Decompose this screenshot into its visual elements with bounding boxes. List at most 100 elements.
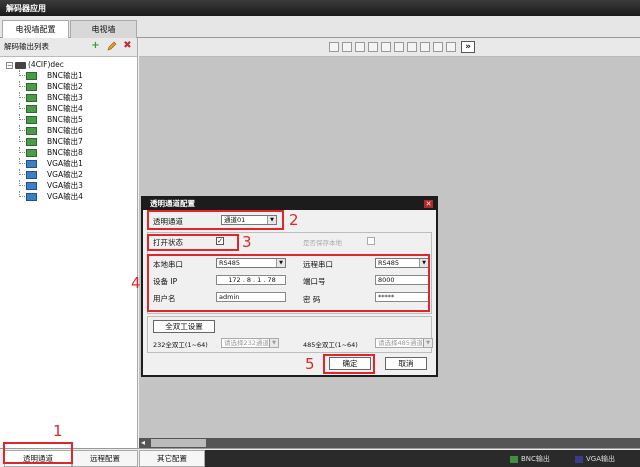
layout-grid-icon[interactable] [394, 42, 404, 52]
duplex232-label: 232全双工(1~64) [153, 341, 208, 349]
app-title: 解码器应用 [0, 0, 640, 16]
tab-tv-wall-config[interactable]: 电视墙配置 [2, 20, 69, 38]
tree-item-label: BNC输出7 [47, 137, 83, 146]
layout-grid-icon[interactable] [446, 42, 456, 52]
scroll-left-icon[interactable]: ◂ [141, 438, 145, 447]
bnc-output-icon [26, 149, 37, 157]
add-icon[interactable]: + [90, 40, 101, 51]
bnc-output-icon [26, 83, 37, 91]
tree-item-label: BNC输出1 [47, 71, 83, 80]
layout-grid-icon[interactable] [342, 42, 352, 52]
layout-grid-icon[interactable] [420, 42, 430, 52]
bnc-output-icon [26, 94, 37, 102]
annotation-number-3: 3 [242, 233, 252, 251]
delete-icon[interactable]: ✖ [122, 40, 133, 51]
vga-output-icon [26, 182, 37, 190]
scrollbar-thumb[interactable] [151, 439, 206, 447]
tree-item-bnc-output[interactable]: BNC输出5 [2, 114, 135, 125]
bnc-output-icon [26, 72, 37, 80]
duplex485-value: 请选择485通道 [378, 339, 423, 347]
tab-tv-wall[interactable]: 电视墙 [70, 20, 137, 38]
tree-item-vga-output[interactable]: VGA输出3 [2, 180, 135, 191]
chevron-down-icon: ▼ [269, 339, 278, 347]
vga-swatch [575, 455, 583, 463]
panel-header: 解码输出列表 + ✖ [0, 38, 137, 57]
panel-title: 解码输出列表 [4, 42, 49, 51]
duplex-settings-button[interactable]: 全双工设置 [153, 320, 215, 333]
duplex485-select[interactable]: 请选择485通道 ▼ [375, 338, 433, 348]
annotation-number-4: 4 [131, 274, 141, 292]
bnc-output-icon [26, 116, 37, 124]
status-bar: BNC输出 VGA输出 [205, 450, 640, 467]
layout-grid-icon[interactable] [407, 42, 417, 52]
close-icon[interactable]: ✕ [424, 200, 433, 208]
tree-root-label: (4CIF)dec [28, 60, 64, 69]
layout-grid-icon[interactable] [433, 42, 443, 52]
legend-bnc-label: BNC输出 [521, 455, 550, 463]
layout-grid-icon[interactable] [368, 42, 378, 52]
tree-item-bnc-output[interactable]: BNC输出8 [2, 147, 135, 158]
tab-remote-config[interactable]: 远程配置 [72, 450, 138, 467]
tree-item-vga-output[interactable]: VGA输出4 [2, 191, 135, 202]
annotation-number-2: 2 [289, 211, 299, 229]
layout-grid-icon[interactable] [355, 42, 365, 52]
tree-item-label: VGA输出4 [47, 192, 83, 201]
legend-vga-label: VGA输出 [586, 455, 616, 463]
layout-grid-icon[interactable] [329, 42, 339, 52]
tree-item-label: BNC输出2 [47, 82, 83, 91]
tree-item-label: VGA输出2 [47, 170, 83, 179]
tree-item-label: BNC输出8 [47, 148, 83, 157]
duplex232-value: 请选择232通道 [224, 339, 269, 347]
annotation-number-5: 5 [305, 355, 315, 373]
tree-item-label: VGA输出1 [47, 159, 83, 168]
duplex485-label: 485全双工(1~64) [303, 341, 358, 349]
layout-grid-icon[interactable] [381, 42, 391, 52]
tree-item-bnc-output[interactable]: BNC输出6 [2, 125, 135, 136]
decoder-device-icon [15, 61, 26, 69]
bnc-output-icon [26, 127, 37, 135]
legend-bnc: BNC输出 [510, 454, 550, 464]
top-tab-bar: 电视墙配置 电视墙 [0, 16, 640, 38]
bottom-tab-bar: 透明通道 远程配置 其它配置 BNC输出 VGA输出 [0, 448, 640, 467]
tree-item-label: BNC输出5 [47, 115, 83, 124]
annotation-box-open-state [147, 234, 239, 251]
more-layouts-button[interactable]: » [461, 41, 475, 53]
dialog-title: 透明通道配置 [150, 199, 195, 208]
cancel-button[interactable]: 取消 [385, 357, 427, 370]
annotation-box-ok [323, 354, 375, 374]
duplex232-select[interactable]: 请选择232通道 ▼ [221, 338, 279, 348]
vga-output-icon [26, 193, 37, 201]
tree-item-bnc-output[interactable]: BNC输出4 [2, 103, 135, 114]
annotation-box-connection [147, 254, 430, 312]
save-local-checkbox[interactable] [367, 237, 375, 245]
vga-output-icon [26, 160, 37, 168]
tree-item-label: BNC输出3 [47, 93, 83, 102]
bnc-swatch [510, 455, 518, 463]
legend-vga: VGA输出 [575, 454, 615, 464]
bnc-output-icon [26, 105, 37, 113]
tree-item-vga-output[interactable]: VGA输出2 [2, 169, 135, 180]
tree-item-bnc-output[interactable]: BNC输出3 [2, 92, 135, 103]
tree-item-bnc-output[interactable]: BNC输出1 [2, 70, 135, 81]
tree-item-label: BNC输出4 [47, 104, 83, 113]
tree-item-label: VGA输出3 [47, 181, 83, 190]
collapse-icon[interactable]: − [6, 61, 13, 69]
save-local-label: 是否保存本地 [303, 239, 342, 247]
tree-item-label: BNC输出6 [47, 126, 83, 135]
edit-icon[interactable] [106, 40, 117, 51]
tab-other-config[interactable]: 其它配置 [139, 450, 205, 467]
output-tree: − (4CIF)dec BNC输出1 BNC输出2 BNC输出3 BNC输出4 BNC输出… [0, 57, 137, 204]
annotation-number-1: 1 [53, 422, 63, 440]
horizontal-scrollbar[interactable]: ◂ [139, 438, 640, 448]
layout-toolbar: » [139, 38, 640, 57]
decode-output-panel: 解码输出列表 + ✖ − (4CIF)dec BNC输出1 BNC输出2 BNC输出3… [0, 38, 138, 448]
tree-item-bnc-output[interactable]: BNC输出2 [2, 81, 135, 92]
main-window: 解码器应用 电视墙配置 电视墙 解码输出列表 + ✖ − (4CIF)dec BN… [0, 0, 640, 467]
dialog-title-bar: 透明通道配置 ✕ [143, 198, 436, 210]
annotation-box-1-channel [147, 210, 284, 230]
annotation-box-bottom-tab [3, 442, 73, 464]
tree-item-bnc-output[interactable]: BNC输出7 [2, 136, 135, 147]
vga-output-icon [26, 171, 37, 179]
tree-item-vga-output[interactable]: VGA输出1 [2, 158, 135, 169]
tree-root-node[interactable]: − (4CIF)dec [2, 59, 135, 70]
